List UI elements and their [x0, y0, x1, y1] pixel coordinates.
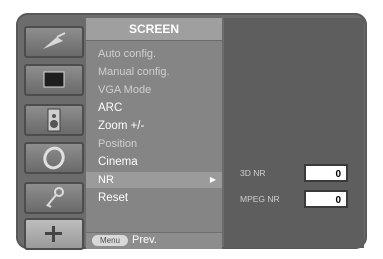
menu-title: SCREEN [86, 18, 222, 41]
screen-icon[interactable] [24, 64, 84, 96]
menu-item-manual-config[interactable]: Manual config. [98, 64, 170, 80]
key-icon[interactable] [24, 182, 84, 214]
clock-icon[interactable] [24, 142, 84, 174]
menu-item-arc[interactable]: ARC [98, 100, 122, 116]
nr-submenu: 3D NR 0 MPEG NR 0 [224, 18, 364, 248]
screen-menu: SCREEN Auto config. Manual config. VGA M… [86, 18, 222, 248]
menu-item-vga-mode[interactable]: VGA Mode [98, 82, 151, 98]
category-icon-column [20, 24, 84, 250]
menu-item-reset[interactable]: Reset [98, 190, 128, 206]
menu-item-nr-label: NR [98, 174, 114, 186]
3d-nr-value[interactable]: 0 [304, 164, 348, 182]
menu-item-auto-config[interactable]: Auto config. [98, 46, 156, 62]
satellite-icon[interactable] [24, 26, 84, 58]
speaker-icon[interactable] [24, 104, 84, 136]
prev-label: Prev. [132, 234, 157, 246]
menu-item-nr[interactable]: NR ▶ [86, 172, 222, 188]
menu-button[interactable]: Menu [92, 235, 128, 246]
menu-item-cinema[interactable]: Cinema [98, 154, 138, 170]
3d-nr-label: 3D NR [240, 168, 266, 178]
mpeg-nr-label: MPEG NR [240, 194, 280, 204]
menu-item-zoom[interactable]: Zoom +/- [98, 118, 144, 134]
cross-icon[interactable] [24, 218, 84, 250]
menu-item-position[interactable]: Position [98, 136, 137, 152]
arrow-right-icon: ▶ [209, 175, 216, 184]
bottom-bar: Menu Prev. [86, 232, 222, 249]
mpeg-nr-value[interactable]: 0 [304, 190, 348, 208]
